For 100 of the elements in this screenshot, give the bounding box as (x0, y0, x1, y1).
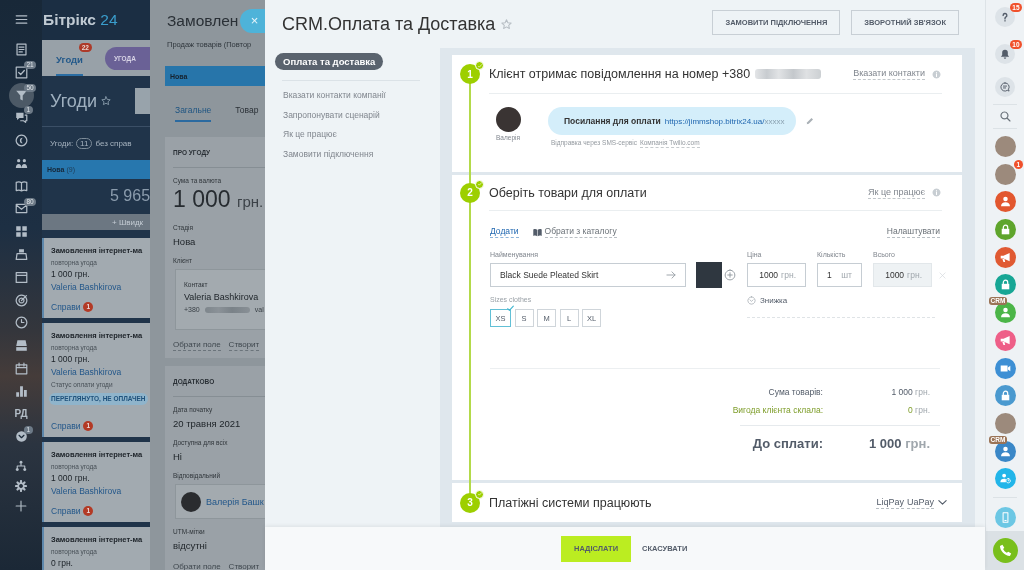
logo[interactable]: Бітрікс 24 (42, 11, 118, 29)
video-camera-icon[interactable] (994, 357, 1016, 379)
menu-item[interactable]: РД (14, 408, 28, 421)
star-icon[interactable] (501, 18, 513, 30)
clock-icon[interactable] (14, 316, 28, 330)
feed-icon[interactable] (14, 42, 28, 56)
tab[interactable]: Загальне (175, 104, 212, 122)
book-icon[interactable] (14, 179, 28, 193)
column-sum: 5 965 (110, 186, 150, 205)
number-field: 1000 грн. (873, 263, 932, 287)
lock-icon[interactable] (994, 219, 1016, 241)
help-link[interactable]: Як це працює (868, 186, 925, 199)
megaphone-icon[interactable] (994, 246, 1016, 268)
plus-icon[interactable] (724, 269, 736, 281)
printer-icon[interactable] (14, 248, 28, 262)
nav-link[interactable]: Замовити підключення (283, 144, 374, 164)
person-icon[interactable] (994, 440, 1016, 462)
payment-system-link[interactable]: LiqPay (876, 496, 904, 509)
add-link[interactable]: Додати (490, 226, 519, 238)
grid-icon[interactable] (14, 225, 28, 239)
check-icon (475, 61, 484, 70)
book-icon[interactable] (532, 227, 542, 237)
person-link[interactable]: Валерія Башк (206, 496, 264, 507)
field-value: відсутні (173, 539, 207, 552)
funnel-icon[interactable] (8, 82, 34, 108)
chat-icon[interactable] (14, 111, 28, 125)
activities-link[interactable]: Справи (51, 302, 81, 312)
total-value: 1 000 грн. (869, 435, 930, 451)
field-value: 20 травня 2021 (173, 417, 241, 430)
total-value: 0 грн. (908, 405, 930, 415)
envelope-icon[interactable] (14, 202, 28, 216)
person-clock-icon[interactable] (994, 468, 1016, 490)
tray-icon[interactable] (14, 339, 28, 353)
megaphone-icon[interactable] (994, 329, 1016, 351)
tab[interactable]: Товар (235, 104, 259, 122)
chevron-down-icon[interactable] (938, 498, 947, 507)
action-link[interactable]: Створит (228, 340, 260, 351)
step-number: 1 (460, 64, 480, 84)
page-title: CRM.Оплата та Доставка (282, 13, 496, 35)
moon-icon[interactable] (14, 134, 28, 148)
number-field[interactable]: 1 шт (817, 263, 862, 287)
arrow-icon[interactable] (666, 270, 676, 280)
client-link[interactable]: Valeria Bashkirova (49, 366, 122, 379)
search-field[interactable] (134, 88, 150, 114)
pencil-icon[interactable] (806, 117, 815, 125)
action-link[interactable]: Обрати поле (173, 562, 221, 570)
star-icon[interactable] (100, 96, 111, 106)
message-text: Посилання для оплати (564, 116, 661, 126)
payment-system-link[interactable]: UaPay (907, 496, 934, 509)
bar-chart-icon[interactable] (14, 384, 28, 398)
deal-amount: 1 000 грн. (50, 268, 90, 281)
action-link[interactable]: Обрати поле (173, 340, 221, 351)
step-number: 2 (460, 182, 480, 203)
plus-icon[interactable] (15, 500, 27, 513)
payment-link[interactable]: https://jimmshop.bitrix24.ua/xxxxx (664, 116, 785, 126)
avatar-photo (495, 107, 521, 132)
check-icon (507, 305, 514, 312)
action-link[interactable]: Створит (228, 562, 260, 570)
contact-name[interactable]: Valeria Bashkirova (184, 291, 259, 303)
hierarchy-icon[interactable] (15, 460, 27, 473)
activities-link[interactable]: Справи (51, 421, 81, 431)
total-label: Вигода клієнта склала: (732, 405, 823, 415)
check-icon (475, 489, 484, 499)
settings-icon[interactable] (15, 480, 27, 493)
catalog-link[interactable]: Обрати з каталогу (544, 226, 617, 238)
person-icon[interactable] (994, 302, 1016, 324)
discount-toggle[interactable]: Знижка (747, 295, 788, 305)
quick-add-button[interactable]: + Швидк (42, 214, 150, 230)
help-link[interactable]: Вказати контакти (853, 68, 925, 80)
menu-icon[interactable] (14, 13, 28, 26)
window-icon[interactable] (14, 270, 28, 284)
avatar-photo[interactable] (994, 163, 1016, 185)
total-label: До сплати: (752, 435, 823, 451)
nav-item[interactable]: Оплата та доставка (275, 53, 384, 70)
phone-icon[interactable] (992, 538, 1018, 563)
client-link[interactable]: Valeria Bashkirova (49, 281, 122, 294)
nav-link[interactable]: Вказати контакти компанії (283, 86, 386, 106)
checkbox-icon[interactable] (14, 65, 28, 79)
number-field[interactable]: 1000 грн. (747, 263, 806, 287)
avatar-photo[interactable] (994, 136, 1016, 157)
chat-icon[interactable] (995, 77, 1015, 97)
nav-link[interactable]: Як це працює (283, 125, 337, 145)
avatar-photo[interactable] (994, 412, 1016, 434)
field-value: Нова (173, 235, 196, 248)
person-icon[interactable] (994, 191, 1016, 213)
settings-link[interactable]: Налаштувати (886, 226, 940, 238)
nav-link[interactable]: Запропонувати сценарій (283, 105, 380, 125)
search-icon[interactable] (999, 111, 1011, 122)
deal-amount: 1 000 грн. (50, 353, 90, 366)
lock-icon[interactable] (994, 274, 1016, 296)
calendar-icon[interactable] (14, 362, 28, 376)
blurred-text (204, 307, 250, 313)
product-name-field[interactable]: Black Suede Pleated Skirt (490, 263, 686, 287)
step-title: Клієнт отримає повідомлення на номер +380 (489, 67, 751, 81)
people-icon[interactable] (14, 156, 28, 170)
activities-link[interactable]: Справи (51, 506, 81, 516)
field-value: Ні (173, 450, 182, 463)
client-link[interactable]: Valeria Bashkirova (49, 485, 122, 498)
target-icon[interactable] (14, 293, 28, 307)
lock-icon[interactable] (994, 385, 1016, 407)
